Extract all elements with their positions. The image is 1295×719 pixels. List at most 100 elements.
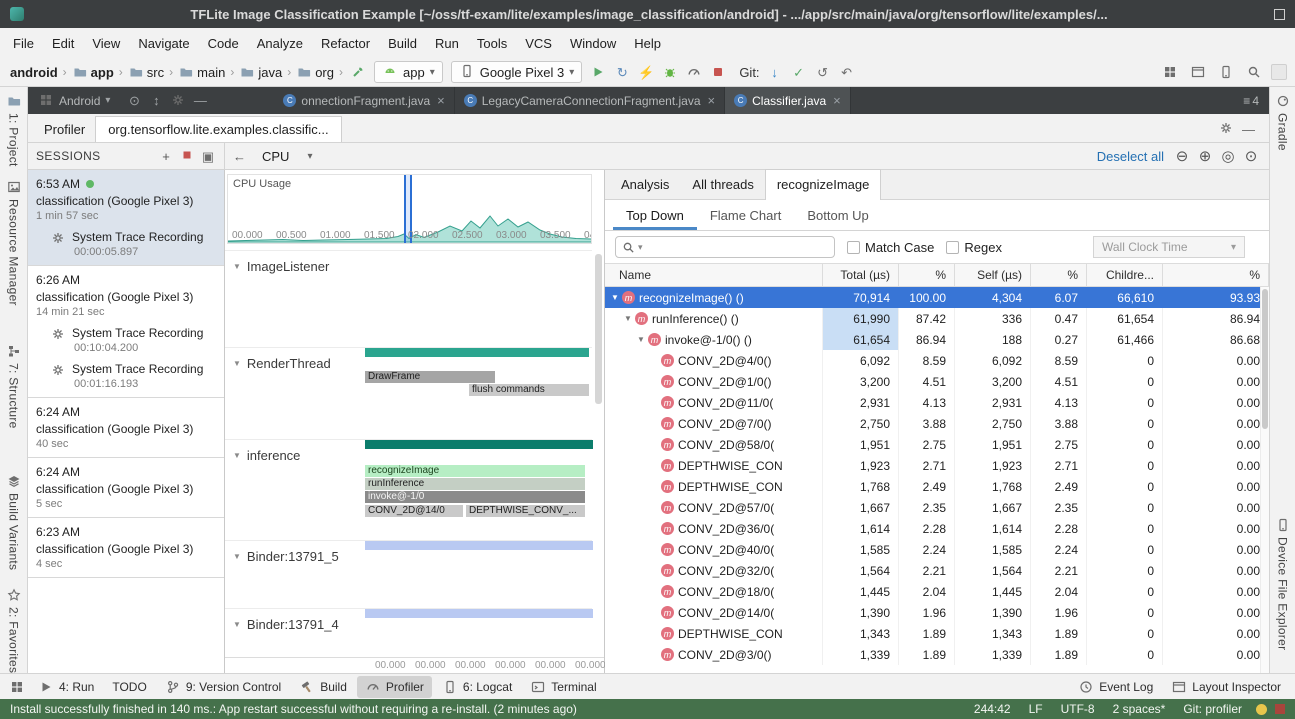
session-item[interactable]: 6:23 AMclassification (Google Pixel 3)4 …	[28, 518, 224, 578]
git-commit-button[interactable]: ✓	[788, 61, 810, 83]
regex-checkbox[interactable]: Regex	[946, 240, 1002, 255]
breadcrumb-item-org[interactable]: org	[294, 62, 336, 82]
session-item[interactable]: 6:24 AMclassification (Google Pixel 3)5 …	[28, 458, 224, 518]
tool-window-button-4-run[interactable]: 4: Run	[30, 676, 102, 698]
column-header-self-pct[interactable]: %	[1031, 264, 1087, 286]
status-item-244-42[interactable]: 244:42	[974, 702, 1011, 716]
table-row[interactable]: mCONV_2D@4/0()6,0928.596,0928.5900.00	[605, 350, 1269, 371]
menu-analyze[interactable]: Analyze	[248, 31, 312, 56]
stop-button[interactable]	[707, 61, 729, 83]
close-icon[interactable]: ×	[706, 93, 716, 108]
table-row[interactable]: mCONV_2D@58/0(1,9512.751,9512.7500.00	[605, 434, 1269, 455]
recording-item[interactable]: System Trace Recording00:10:04.200	[36, 326, 216, 354]
breadcrumb-item-app[interactable]: app	[70, 62, 116, 82]
tool-window-button-layout-inspector[interactable]: Layout Inspector	[1163, 676, 1289, 698]
minus-button[interactable]: —	[192, 93, 208, 109]
status-item-lf[interactable]: LF	[1029, 702, 1043, 716]
table-row[interactable]: ▼minvoke@-1/0() ()61,65486.941880.2761,4…	[605, 329, 1269, 350]
table-row[interactable]: mCONV_2D@32/0(1,5642.211,5642.2100.00	[605, 560, 1269, 581]
table-row[interactable]: mCONV_2D@57/0(1,6672.351,6672.3500.00	[605, 497, 1269, 518]
menu-edit[interactable]: Edit	[43, 31, 83, 56]
project-view-select[interactable]: Android ▾	[28, 87, 120, 114]
table-row[interactable]: mDEPTHWISE_CON1,9232.711,9232.7100.00	[605, 455, 1269, 476]
table-row[interactable]: mCONV_2D@18/0(1,4452.041,4452.0400.00	[605, 581, 1269, 602]
tab-recognize-image[interactable]: recognizeImage	[765, 169, 882, 200]
session-item[interactable]: 6:24 AMclassification (Google Pixel 3)40…	[28, 398, 224, 458]
menu-refactor[interactable]: Refactor	[312, 31, 379, 56]
trace-event-bar[interactable]: runInference	[365, 478, 585, 490]
breadcrumb-item-src[interactable]: src	[126, 62, 166, 82]
tool-window-button-9-version-control[interactable]: 9: Version Control	[157, 676, 289, 698]
match-case-checkbox[interactable]: Match Case	[847, 240, 934, 255]
search-button[interactable]	[1243, 61, 1265, 83]
back-arrow-icon[interactable]: ←	[225, 149, 254, 164]
recording-item[interactable]: System Trace Recording00:00:05.897	[36, 230, 216, 258]
apply-code-changes-button[interactable]: ⚡	[635, 61, 657, 83]
hidden-tabs-button[interactable]: ≡ 4	[1233, 87, 1269, 114]
thread-row-renderthread[interactable]: ▼RenderThreadDrawFrameflush commands	[225, 347, 592, 439]
profiler-stage-select[interactable]: CPU ▾	[254, 149, 320, 164]
menu-tools[interactable]: Tools	[468, 31, 516, 56]
table-row[interactable]: mCONV_2D@3/0()1,3391.891,3391.8900.00	[605, 644, 1269, 665]
thread-row-inference[interactable]: ▼inferencerecognizeImagerunInferenceinvo…	[225, 439, 592, 540]
chevron-down-icon[interactable]: ▼	[233, 620, 241, 629]
tool-stripe-1-project[interactable]: 1: Project	[0, 93, 27, 167]
expand-arrow-icon[interactable]: ▼	[637, 335, 648, 344]
cpu-usage-chart[interactable]: CPU Usage 00.00000.50001.00001.50002.000…	[227, 174, 592, 244]
add-session-button[interactable]: +	[158, 148, 174, 164]
chevron-down-icon[interactable]: ▼	[233, 359, 241, 368]
tool-window-button-6-logcat[interactable]: 6: Logcat	[434, 676, 520, 698]
menu-build[interactable]: Build	[379, 31, 426, 56]
editor-tab-classifier-java[interactable]: CClassifier.java×	[725, 87, 851, 114]
tab-all-threads[interactable]: All threads	[681, 170, 764, 199]
tab-flame-chart[interactable]: Flame Chart	[697, 200, 795, 230]
table-row[interactable]: mCONV_2D@40/0(1,5852.241,5852.2400.00	[605, 539, 1269, 560]
avatar[interactable]	[1271, 64, 1287, 80]
table-row[interactable]: mDEPTHWISE_CON1,3431.891,3431.8900.00	[605, 623, 1269, 644]
thread-row-binder-13791-4[interactable]: ▼Binder:13791_4	[225, 608, 592, 657]
tool-stripe-gradle[interactable]: Gradle	[1270, 93, 1295, 151]
gear-button[interactable]	[170, 92, 186, 110]
tab-top-down[interactable]: Top Down	[613, 200, 697, 230]
column-header-children[interactable]: Childre...	[1087, 264, 1163, 286]
apply-changes-button[interactable]: ↻	[611, 61, 633, 83]
expand-arrow-icon[interactable]: ▼	[624, 314, 635, 323]
run-config-select[interactable]: app ▾	[374, 61, 443, 83]
session-item[interactable]: 6:53 AMclassification (Google Pixel 3)1 …	[28, 170, 224, 266]
table-row[interactable]: mCONV_2D@1/0()3,2004.513,2004.5100.00	[605, 371, 1269, 392]
git-rollback-button[interactable]: ↶	[836, 61, 858, 83]
tool-stripe-2-favorites[interactable]: 2: Favorites	[0, 587, 27, 673]
breadcrumb-item-android[interactable]: android	[8, 63, 60, 82]
table-row[interactable]: mCONV_2D@36/0(1,6142.281,6142.2800.00	[605, 518, 1269, 539]
expand-sessions-button[interactable]: ▣	[200, 148, 216, 164]
make-project-button[interactable]	[347, 61, 369, 83]
emoji-status-icon[interactable]	[1256, 704, 1267, 715]
table-row[interactable]: mCONV_2D@14/0(1,3901.961,3901.9600.00	[605, 602, 1269, 623]
recording-item[interactable]: System Trace Recording00:01:16.193	[36, 362, 216, 390]
tool-window-button-todo[interactable]: TODO	[104, 677, 154, 697]
trace-event-bar[interactable]: invoke@-1/0	[365, 491, 585, 503]
status-item-utf-8[interactable]: UTF-8	[1061, 702, 1095, 716]
menu-help[interactable]: Help	[625, 31, 670, 56]
editor-tab-legacycameraconnectionfragment-java[interactable]: CLegacyCameraConnectionFragment.java×	[455, 87, 725, 114]
trace-event-bar[interactable]: DEPTHWISE_CONV_...	[466, 505, 585, 517]
menu-view[interactable]: View	[83, 31, 129, 56]
close-icon[interactable]: ×	[831, 93, 841, 108]
expand-arrow-icon[interactable]: ▼	[611, 293, 622, 302]
tool-grid-button[interactable]	[1159, 61, 1181, 83]
status-item-2-spaces[interactable]: 2 spaces*	[1113, 702, 1166, 716]
search-input[interactable]	[646, 240, 828, 254]
tool-window-button-event-log[interactable]: Event Log	[1070, 676, 1161, 698]
timeline-scrollbar[interactable]	[595, 254, 602, 404]
tool-stripe-build-variants[interactable]: Build Variants	[0, 473, 27, 570]
menu-file[interactable]: File	[4, 31, 43, 56]
column-header-children-pct[interactable]: %	[1163, 264, 1269, 286]
menu-window[interactable]: Window	[561, 31, 625, 56]
tool-stripe-7-structure[interactable]: 7: Structure	[0, 343, 27, 429]
hide-panel-icon[interactable]: —	[1242, 122, 1255, 137]
deselect-all-link[interactable]: Deselect all	[1097, 149, 1164, 164]
column-header-name[interactable]: Name	[605, 264, 823, 286]
session-item[interactable]: 6:26 AMclassification (Google Pixel 3)14…	[28, 266, 224, 398]
profiler-session-tab[interactable]: org.tensorflow.lite.examples.classific..…	[95, 116, 341, 142]
trace-event-bar[interactable]: DrawFrame	[365, 371, 495, 383]
